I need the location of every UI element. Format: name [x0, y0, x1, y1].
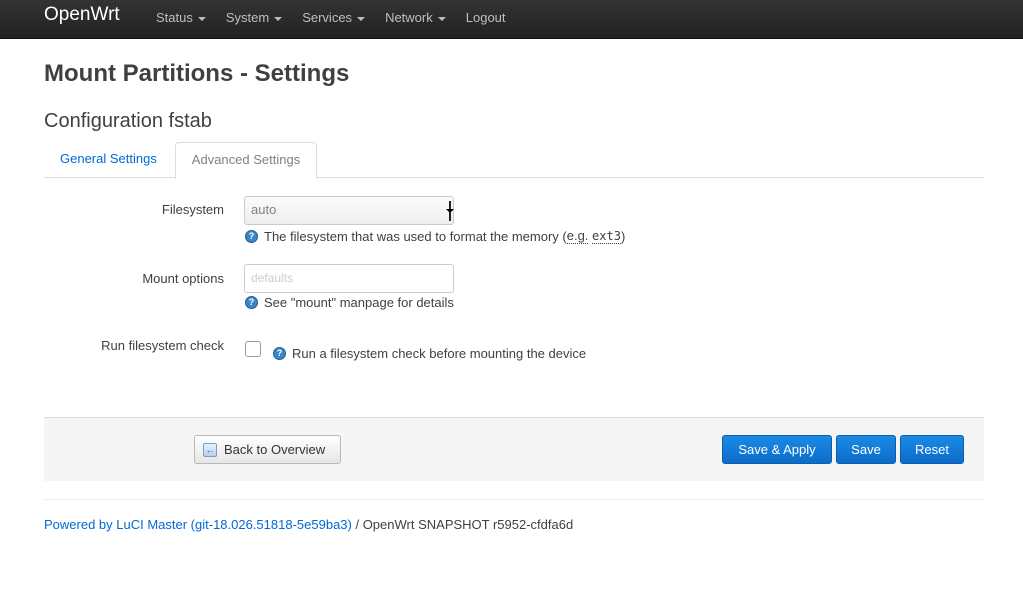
fs-check-checkbox[interactable]: [245, 341, 261, 357]
chevron-down-icon: [274, 17, 283, 21]
chevron-down-icon: [357, 17, 366, 21]
main-menu: Status System Services Network Logout: [146, 0, 516, 39]
back-to-overview-button[interactable]: ← Back to Overview: [194, 435, 341, 464]
tab-general-settings[interactable]: General Settings: [45, 142, 172, 178]
mount-options-placeholder: defaults: [251, 271, 294, 285]
menu-services[interactable]: Services: [292, 0, 375, 36]
save-apply-button[interactable]: Save & Apply: [722, 435, 832, 464]
fs-check-label: Run filesystem check: [101, 338, 224, 353]
menu-services-label: Services: [302, 10, 353, 25]
mount-options-help-text: See "mount" manpage for details: [264, 295, 454, 310]
section-title: Configuration fstab: [44, 110, 212, 132]
fs-check-help: ? Run a filesystem check before mounting…: [273, 346, 586, 361]
back-arrow-icon: ←: [203, 442, 217, 457]
menu-system[interactable]: System: [216, 0, 292, 36]
filesystem-help-text: The filesystem that was used to format t…: [264, 228, 567, 244]
back-to-overview-label: Back to Overview: [224, 442, 326, 457]
save-button[interactable]: Save: [836, 435, 896, 464]
menu-system-label: System: [225, 10, 270, 25]
tab-bar: General Settings Advanced Settings: [44, 142, 984, 179]
help-icon: ?: [273, 347, 286, 360]
footer: Powered by LuCI Master (git-18.026.51818…: [44, 517, 573, 532]
top-navbar: OpenWrt Status System Services Network L…: [0, 0, 1023, 39]
mount-options-help: ? See "mount" manpage for details: [245, 295, 454, 310]
help-icon: ?: [245, 296, 258, 309]
chevron-down-icon: [437, 17, 446, 21]
filesystem-help-suffix: ): [620, 228, 626, 244]
mount-options-label: Mount options: [142, 271, 224, 286]
menu-logout-label: Logout: [465, 10, 506, 25]
footer-version-text: / OpenWrt SNAPSHOT r5952-cfdfa6d: [351, 517, 574, 532]
mount-options-input[interactable]: defaults: [244, 264, 454, 293]
menu-network-label: Network: [385, 10, 433, 25]
brand-logo[interactable]: OpenWrt: [44, 5, 120, 25]
dropdown-arrow-icon: [446, 201, 454, 221]
help-icon: ?: [245, 229, 258, 243]
filesystem-help-abbr: e.g.: [566, 228, 589, 244]
chevron-down-icon: [197, 17, 206, 21]
reset-button[interactable]: Reset: [900, 435, 964, 464]
luci-link[interactable]: Powered by LuCI Master (git-18.026.51818…: [44, 517, 352, 532]
menu-network[interactable]: Network: [375, 0, 456, 36]
menu-status[interactable]: Status: [146, 0, 216, 36]
filesystem-label: Filesystem: [161, 202, 224, 217]
filesystem-select[interactable]: auto: [244, 196, 454, 225]
filesystem-select-value: auto: [251, 202, 277, 217]
filesystem-help: ? The filesystem that was used to format…: [245, 228, 625, 244]
actions-bar: ← Back to Overview Save & Apply Save Res…: [44, 417, 984, 481]
fs-check-help-text: Run a filesystem check before mounting t…: [292, 346, 587, 361]
menu-logout[interactable]: Logout: [456, 0, 516, 36]
tab-advanced-settings[interactable]: Advanced Settings: [175, 142, 317, 179]
filesystem-help-code: ext3: [592, 228, 621, 244]
menu-status-label: Status: [156, 10, 193, 25]
footer-divider: [44, 499, 984, 500]
page-title: Mount Partitions - Settings: [44, 60, 350, 87]
